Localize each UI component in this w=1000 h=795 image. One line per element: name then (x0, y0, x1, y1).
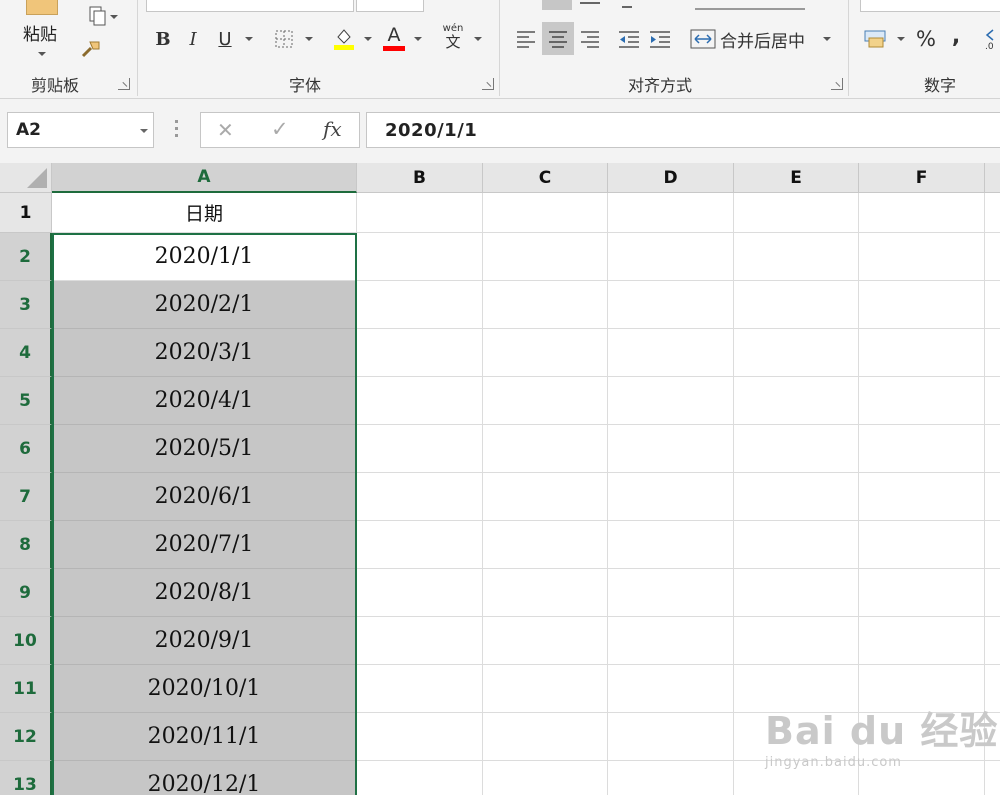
merge-center-icon (690, 29, 716, 49)
name-box-dropdown-icon[interactable] (140, 129, 148, 133)
fill-color-icon (334, 29, 354, 50)
font-launcher-icon[interactable] (482, 78, 494, 90)
formula-bar-grip-icon[interactable] (175, 120, 179, 140)
formula-buttons: ✕ ✓ fx (200, 112, 360, 148)
enter-icon[interactable]: ✓ (271, 117, 289, 141)
comma-button[interactable]: , (946, 22, 966, 50)
watermark-url: jingyan.baidu.com (765, 755, 902, 770)
ribbon-divider (848, 0, 849, 96)
align-right-button[interactable] (576, 25, 604, 53)
wrap-text-button[interactable] (695, 0, 805, 10)
ribbon: 粘贴 剪贴板 B I U A wén 文 字体 合并后居中 对齐方式 % , .… (0, 0, 1000, 99)
merge-center-dropdown-icon[interactable] (823, 37, 831, 41)
fill-color-button[interactable] (330, 24, 358, 52)
paste-button[interactable]: 粘贴 (18, 0, 68, 66)
middle-align-icon (580, 2, 600, 4)
ribbon-divider (499, 0, 500, 96)
increase-decimal-button[interactable]: .0 (982, 25, 1000, 53)
align-left-button[interactable] (512, 25, 540, 53)
name-box[interactable]: A2 (7, 112, 154, 148)
svg-text:.0: .0 (985, 42, 994, 50)
fill-color-dropdown-icon[interactable] (364, 37, 372, 41)
align-left-icon (517, 31, 535, 48)
watermark-brand: Bai du 经验 (765, 709, 999, 753)
paste-icon (26, 0, 58, 15)
phonetic-dropdown-icon[interactable] (474, 37, 482, 41)
increase-decimal-icon: .0 (985, 29, 994, 50)
alignment-group-label: 对齐方式 (627, 76, 692, 95)
align-center-icon (549, 30, 567, 48)
accounting-format-icon (864, 30, 886, 48)
border-dropdown-icon[interactable] (305, 37, 313, 41)
orientation-icon (622, 0, 632, 8)
accounting-dropdown-icon[interactable] (897, 37, 905, 41)
phonetic-bottom: 文 (445, 33, 461, 51)
increase-indent-icon (650, 31, 670, 48)
formula-value: 2020/1/1 (385, 120, 478, 141)
font-color-bar (383, 45, 405, 51)
font-color-button[interactable]: A (380, 24, 408, 52)
border-button[interactable] (270, 26, 298, 52)
cancel-icon[interactable]: ✕ (217, 118, 234, 142)
number-format-dropdown[interactable] (860, 0, 1000, 12)
underline-button[interactable]: U (212, 26, 238, 52)
italic-button[interactable]: I (180, 26, 206, 52)
paste-label: 粘贴 (23, 25, 57, 45)
merge-center-button[interactable]: 合并后居中 (690, 24, 820, 54)
font-group-label: 字体 (288, 76, 321, 95)
baidu-watermark: Bai du 经验 jingyan.baidu.com (765, 700, 998, 770)
top-align-button[interactable] (542, 0, 572, 10)
paste-dropdown-icon[interactable] (38, 52, 46, 56)
align-center-button[interactable] (542, 22, 574, 55)
font-size-dropdown[interactable] (356, 0, 424, 12)
copy-dropdown-icon[interactable] (110, 15, 118, 19)
merge-center-label: 合并后居中 (720, 31, 805, 52)
font-color-letter: A (387, 23, 401, 46)
clipboard-launcher-icon[interactable] (118, 78, 130, 90)
percent-button[interactable]: % (912, 25, 940, 53)
name-box-value: A2 (16, 120, 41, 140)
increase-indent-button[interactable] (646, 25, 674, 53)
decrease-indent-button[interactable] (615, 25, 643, 53)
number-group-label: 数字 (923, 76, 956, 95)
insert-function-icon[interactable]: fx (323, 117, 342, 141)
font-name-dropdown[interactable] (146, 0, 354, 12)
alignment-launcher-icon[interactable] (831, 78, 843, 90)
format-painter-button[interactable] (76, 36, 106, 62)
formula-input[interactable]: 2020/1/1 (366, 112, 1000, 148)
copy-icon (89, 6, 106, 26)
phonetic-button[interactable]: wén 文 (438, 22, 468, 52)
underline-dropdown-icon[interactable] (245, 37, 253, 41)
clipboard-group-label: 剪贴板 (30, 76, 79, 95)
border-icon (275, 30, 293, 48)
decrease-indent-icon (619, 31, 639, 48)
accounting-format-button[interactable] (862, 26, 890, 52)
font-color-dropdown-icon[interactable] (414, 37, 422, 41)
format-painter-icon (81, 41, 100, 58)
ribbon-divider (137, 0, 138, 96)
bold-button[interactable]: B (150, 26, 176, 52)
align-right-icon (581, 31, 599, 48)
copy-button[interactable] (76, 4, 120, 28)
